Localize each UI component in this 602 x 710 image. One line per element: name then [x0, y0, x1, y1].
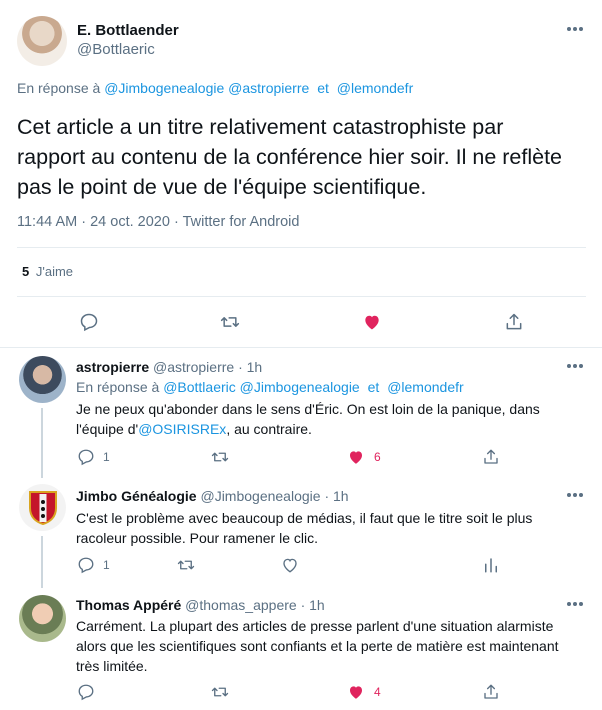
reply2-more-button[interactable]: [566, 490, 584, 500]
share-button[interactable]: [504, 312, 524, 332]
like-icon: [350, 451, 362, 464]
reply1-mention-2[interactable]: @Jimbogenealogie: [240, 379, 360, 395]
reply-mention-1[interactable]: @Jimbogenealogie: [104, 80, 224, 96]
reply2-thread-line: [41, 536, 43, 588]
reply1-name[interactable]: astropierre: [76, 359, 149, 375]
reply2-reply-button[interactable]: 1: [77, 556, 110, 574]
reply2-like-button[interactable]: [280, 556, 300, 574]
reply3-share-button[interactable]: [482, 683, 500, 701]
likes-stat[interactable]: 5 J'aime: [22, 264, 73, 279]
more-icon: [567, 493, 571, 497]
tweet-time[interactable]: 11:44 AM: [17, 214, 77, 230]
reply-conjunction: et: [317, 80, 329, 96]
meta-separator: ·: [81, 214, 87, 230]
reply-mention-3[interactable]: @lemondefr: [337, 80, 413, 96]
meta-separator: ·: [324, 488, 330, 504]
reply2-handle[interactable]: @Jimbogenealogie: [200, 488, 320, 504]
reply3-more-button[interactable]: [566, 599, 584, 609]
reply1-handle[interactable]: @astropierre: [153, 359, 234, 375]
meta-separator: ·: [238, 359, 243, 375]
reply1-retweet-button[interactable]: [210, 448, 230, 466]
reply-mention-2[interactable]: @astropierre: [228, 80, 309, 96]
meta-separator: ·: [300, 597, 306, 613]
retweet-icon: [211, 452, 229, 462]
analytics-icon: [485, 558, 497, 573]
reply1-share-button[interactable]: [482, 448, 500, 466]
reply3-name[interactable]: Thomas Appéré: [76, 597, 181, 613]
meta-separator: ·: [173, 214, 179, 230]
reply2-analytics-button[interactable]: [482, 556, 500, 574]
like-button[interactable]: [361, 312, 383, 332]
reply-icon: [78, 449, 94, 466]
like-icon: [365, 315, 379, 330]
reply1-avatar[interactable]: [19, 356, 66, 403]
reply2-header: Jimbo Généalogie @Jimbogenealogie · 1h: [76, 488, 349, 504]
likes-label: J'aime: [35, 264, 74, 279]
reply1-time[interactable]: 1h: [247, 359, 263, 375]
share-icon: [484, 449, 498, 464]
reply2-avatar[interactable]: [19, 484, 66, 531]
reply3-time[interactable]: 1h: [309, 597, 325, 613]
reply1-context: En réponse à @Bottlaeric @Jimbogenealogi…: [76, 379, 464, 395]
retweet-icon: [211, 687, 229, 697]
reply1-thread-line: [41, 408, 43, 478]
reply3-header: Thomas Appéré @thomas_appere · 1h: [76, 597, 325, 613]
reply3-like-count: 4: [374, 685, 381, 699]
reply2-retweet-button[interactable]: [176, 556, 196, 574]
tweet-date[interactable]: 24 oct. 2020: [90, 214, 170, 230]
reply2-reply-count: 1: [103, 558, 110, 572]
likes-count: 5: [22, 264, 30, 279]
coat-of-arms-icon: [28, 490, 57, 525]
reply1-text: Je ne peux qu'abonder dans le sens d'Éri…: [76, 399, 581, 439]
reply1-conjunction: et: [367, 379, 380, 395]
reply3-reply-button[interactable]: [77, 683, 95, 701]
more-icon: [567, 27, 571, 31]
like-icon: [283, 558, 297, 573]
reply2-time[interactable]: 1h: [333, 488, 349, 504]
reply2-name[interactable]: Jimbo Généalogie: [76, 488, 197, 504]
reply1-like-button[interactable]: 6: [346, 448, 381, 466]
reply-icon: [78, 684, 94, 701]
author-avatar[interactable]: [17, 16, 67, 66]
more-icon: [567, 364, 571, 368]
reply1-reply-button[interactable]: 1: [77, 448, 110, 466]
reply1-mention-1[interactable]: @Bottlaeric: [163, 379, 236, 395]
reply1-like-count: 6: [374, 450, 381, 464]
reply1-header: astropierre @astropierre · 1h: [76, 359, 262, 375]
author-handle[interactable]: @Bottlaeric: [77, 41, 155, 58]
reply3-avatar[interactable]: [19, 595, 66, 642]
reply-prefix: En réponse à: [76, 379, 160, 395]
retweet-icon: [177, 560, 195, 570]
reply1-text-end: , au contraire.: [226, 421, 312, 437]
reply3-like-button[interactable]: 4: [346, 683, 381, 701]
more-icon: [567, 602, 571, 606]
tweet-meta: 11:44 AM · 24 oct. 2020 · Twitter for An…: [17, 214, 299, 230]
reply1-reply-count: 1: [103, 450, 110, 464]
tweet-source[interactable]: Twitter for Android: [183, 214, 300, 230]
reply3-retweet-button[interactable]: [210, 683, 230, 701]
reply-icon: [78, 557, 94, 574]
tweet-text: Cet article a un titre relativement cata…: [17, 115, 563, 199]
reply2-text: C'est le problème avec beaucoup de média…: [76, 510, 533, 546]
more-options-button[interactable]: [566, 24, 584, 34]
reply-icon: [80, 313, 98, 332]
like-icon: [350, 686, 362, 699]
retweet-icon: [220, 317, 240, 327]
share-icon: [506, 313, 522, 330]
share-icon: [484, 684, 498, 699]
reply-prefix: En réponse à: [17, 80, 101, 96]
retweet-button[interactable]: [219, 312, 241, 332]
reply1-mention-3[interactable]: @lemondefr: [387, 379, 463, 395]
reply3-handle[interactable]: @thomas_appere: [185, 597, 297, 613]
author-name[interactable]: E. Bottlaender: [77, 22, 179, 39]
reply3-text: Carrément. La plupart des articles de pr…: [76, 618, 559, 674]
reply1-text-mention[interactable]: @OSIRISREx: [138, 421, 226, 437]
reply-context: En réponse à @Jimbogenealogie @astropier…: [17, 80, 413, 96]
reply-button[interactable]: [79, 312, 99, 332]
reply1-more-button[interactable]: [566, 361, 584, 371]
